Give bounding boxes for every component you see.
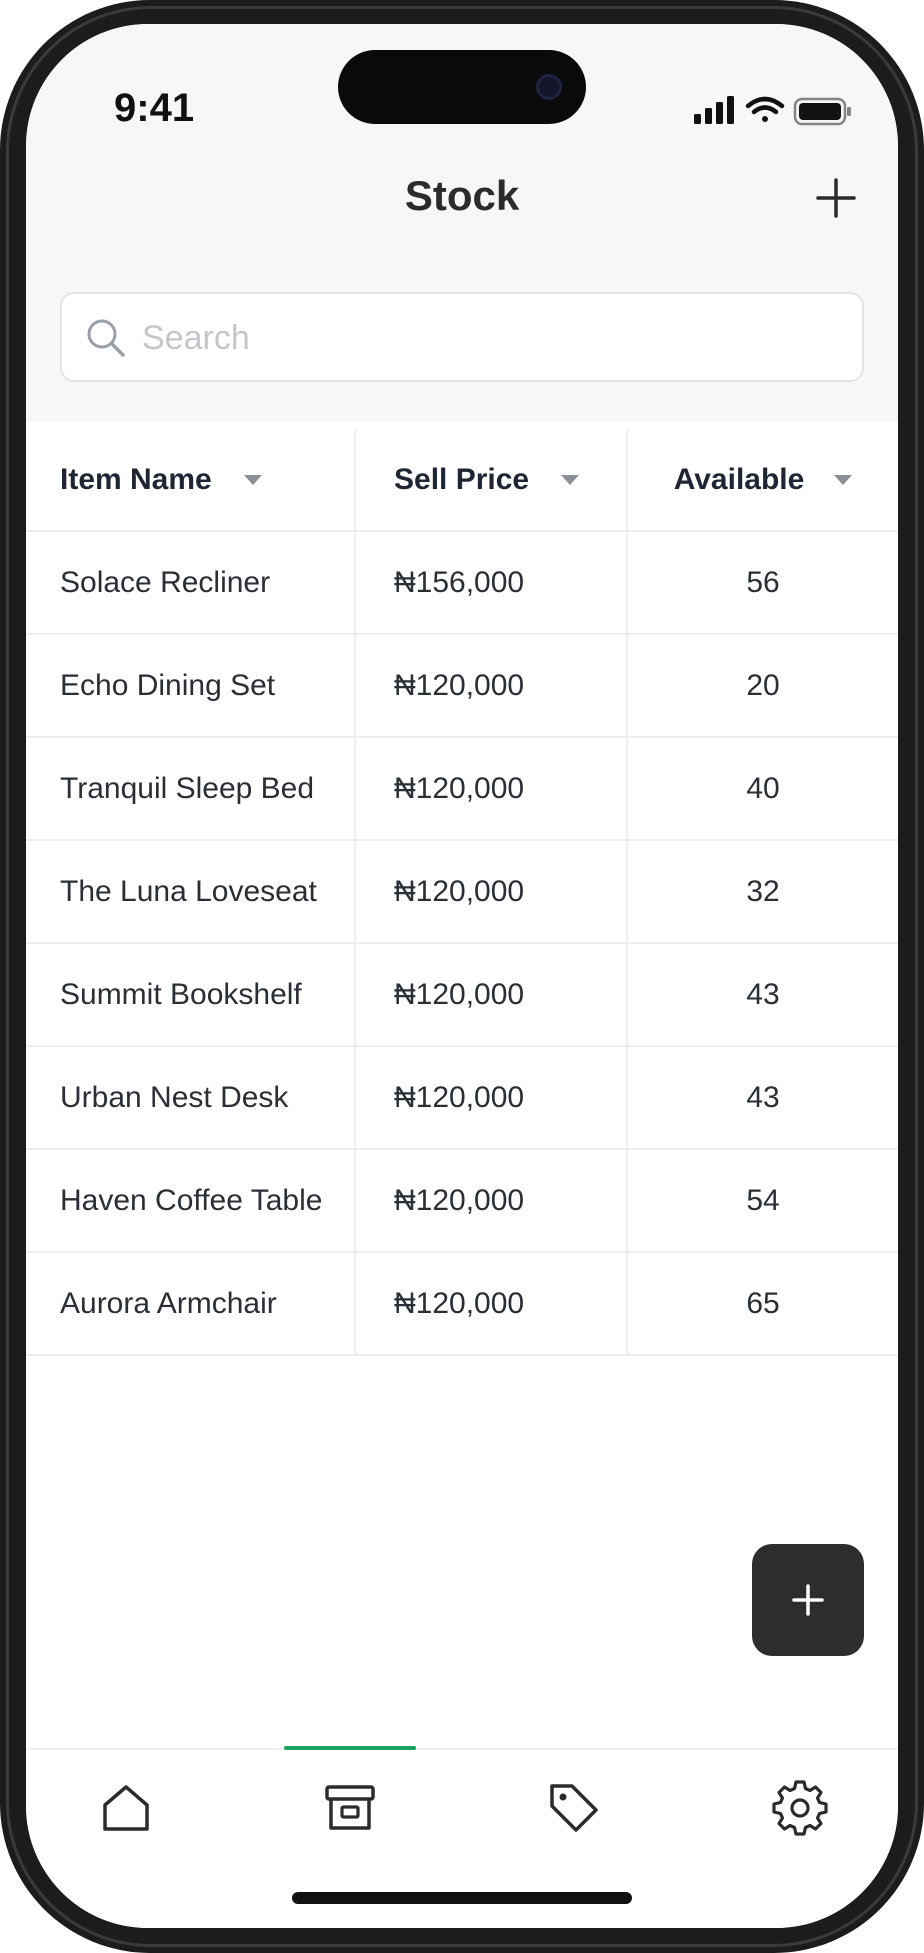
table-row[interactable]: Haven Coffee Table ₦120,000 54 xyxy=(26,1150,898,1253)
home-indicator[interactable] xyxy=(292,1892,632,1904)
sort-caret-icon xyxy=(834,475,853,485)
camera-icon xyxy=(536,74,562,100)
available-cell: 54 xyxy=(746,1183,780,1217)
table-row[interactable]: Solace Recliner ₦156,000 56 xyxy=(26,532,898,635)
table-header: Item Name Sell Price Available xyxy=(26,430,898,532)
top-area: 9:41 Stock Search xyxy=(26,24,898,422)
sort-caret-icon xyxy=(561,475,580,485)
table-row[interactable]: Echo Dining Set ₦120,000 20 xyxy=(26,635,898,738)
tab-settings[interactable] xyxy=(770,1778,830,1838)
add-item-button[interactable] xyxy=(814,176,858,220)
item-name-cell: Urban Nest Desk xyxy=(26,1047,356,1148)
item-name-cell: Tranquil Sleep Bed xyxy=(26,738,356,839)
home-icon xyxy=(103,1785,149,1831)
sell-price-cell: ₦120,000 xyxy=(356,1047,628,1148)
item-name-cell: Summit Bookshelf xyxy=(26,944,356,1045)
table-row[interactable]: Tranquil Sleep Bed ₦120,000 40 xyxy=(26,738,898,841)
tab-stock[interactable] xyxy=(320,1778,380,1838)
item-name-cell: Aurora Armchair xyxy=(26,1253,356,1354)
available-cell: 56 xyxy=(746,565,780,599)
table-row[interactable]: The Luna Loveseat ₦120,000 32 xyxy=(26,841,898,944)
plus-icon xyxy=(792,1584,824,1616)
search-icon xyxy=(87,319,125,357)
stock-table: Item Name Sell Price Available Solace Re… xyxy=(26,430,898,1356)
status-time: 9:41 xyxy=(114,86,195,130)
plus-icon xyxy=(816,178,856,218)
column-header-available[interactable]: Available xyxy=(628,430,898,530)
item-name-cell: Solace Recliner xyxy=(26,532,356,633)
available-cell: 65 xyxy=(746,1286,780,1320)
tab-tags[interactable] xyxy=(544,1778,604,1838)
sort-caret-icon xyxy=(243,475,262,485)
sell-price-cell: ₦120,000 xyxy=(356,738,628,839)
sell-price-cell: ₦120,000 xyxy=(356,1150,628,1251)
app-screen: 9:41 Stock Search Item Name Sell Price A… xyxy=(26,24,898,1928)
sell-price-cell: ₦156,000 xyxy=(356,532,628,633)
column-label: Available xyxy=(673,463,805,496)
status-icons xyxy=(664,90,864,130)
page-title: Stock xyxy=(404,172,520,219)
table-row[interactable]: Summit Bookshelf ₦120,000 43 xyxy=(26,944,898,1047)
dynamic-island xyxy=(338,50,586,124)
available-cell: 32 xyxy=(746,874,780,908)
available-cell: 43 xyxy=(746,1080,780,1114)
battery-icon xyxy=(793,97,851,126)
column-header-sell-price[interactable]: Sell Price xyxy=(356,430,628,530)
item-name-cell: Echo Dining Set xyxy=(26,635,356,736)
sell-price-cell: ₦120,000 xyxy=(356,1253,628,1354)
column-label: Item Name xyxy=(60,463,212,496)
tab-home[interactable] xyxy=(96,1778,156,1838)
column-header-item-name[interactable]: Item Name xyxy=(26,430,356,530)
sell-price-cell: ₦120,000 xyxy=(356,944,628,1045)
add-stock-fab[interactable] xyxy=(752,1544,864,1656)
tag-icon xyxy=(550,1784,598,1832)
item-name-cell: The Luna Loveseat xyxy=(26,841,356,942)
available-cell: 43 xyxy=(746,977,780,1011)
available-cell: 20 xyxy=(746,668,780,702)
active-tab-indicator xyxy=(284,1746,416,1750)
status-indicators-icon xyxy=(694,96,851,126)
search-input[interactable] xyxy=(142,308,842,368)
available-cell: 40 xyxy=(746,771,780,805)
column-label: Sell Price xyxy=(394,463,530,496)
sell-price-cell: ₦120,000 xyxy=(356,635,628,736)
gear-icon xyxy=(772,1780,828,1836)
table-row[interactable]: Urban Nest Desk ₦120,000 43 xyxy=(26,1047,898,1150)
search-bar[interactable] xyxy=(60,292,864,382)
archive-box-icon xyxy=(325,1785,375,1830)
table-row[interactable]: Aurora Armchair ₦120,000 65 xyxy=(26,1253,898,1356)
item-name-cell: Haven Coffee Table xyxy=(26,1150,356,1251)
phone-frame: 9:41 Stock Search Item Name Sell Price A… xyxy=(0,0,924,1953)
wifi-icon xyxy=(745,96,785,122)
sell-price-cell: ₦120,000 xyxy=(356,841,628,942)
signal-icon xyxy=(694,96,734,124)
